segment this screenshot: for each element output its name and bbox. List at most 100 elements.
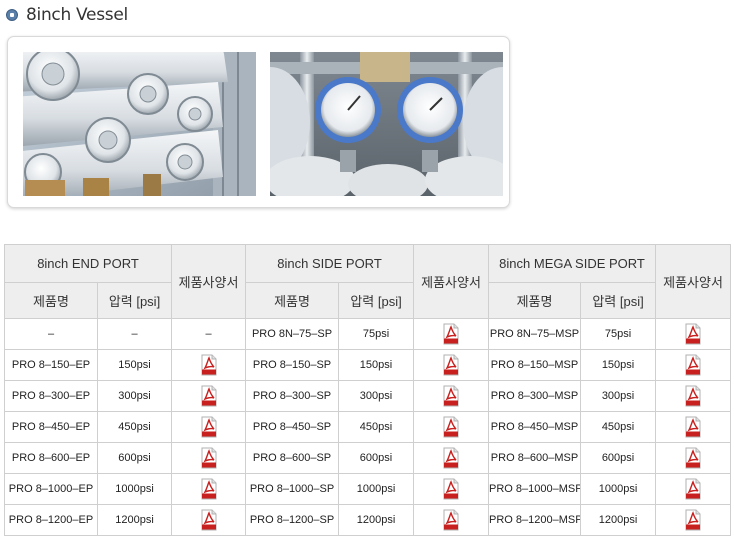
pressure-cell-mega-side-port: 75psi bbox=[580, 318, 657, 350]
spec-sheet-cell-mega-side-port[interactable] bbox=[655, 504, 732, 536]
pressure-cell-end-port: 600psi bbox=[96, 442, 173, 474]
pressure-cell-end-port: 1000psi bbox=[96, 473, 173, 505]
pdf-file-icon[interactable] bbox=[443, 478, 459, 500]
product-name-cell-end-port: PRO 8–1200–EP bbox=[4, 504, 98, 536]
spec-sheet-cell-mega-side-port[interactable] bbox=[655, 411, 732, 443]
product-name-cell-mega-side-port: PRO 8–600–MSP bbox=[488, 442, 582, 474]
spec-sheet-cell-side-port[interactable] bbox=[413, 318, 490, 350]
pdf-file-icon[interactable] bbox=[443, 385, 459, 407]
spec-sheet-header: 제품사양서 bbox=[655, 244, 732, 319]
product-name-cell-side-port: PRO 8–300–SP bbox=[245, 380, 340, 412]
spec-sheet-cell-side-port[interactable] bbox=[413, 473, 490, 505]
product-name-cell-side-port: PRO 8–1200–SP bbox=[245, 504, 340, 536]
spec-sheet-cell-mega-side-port[interactable] bbox=[655, 442, 732, 474]
spec-sheet-cell-end-port[interactable] bbox=[171, 504, 247, 536]
table-row: PRO 8–600–EP 600psi PRO 8–600–SP 600psi PR… bbox=[4, 442, 732, 474]
pdf-file-icon[interactable] bbox=[201, 447, 217, 469]
product-name-cell-side-port: PRO 8–450–SP bbox=[245, 411, 340, 443]
pdf-file-icon[interactable] bbox=[201, 509, 217, 531]
section-heading: 8inch Vessel bbox=[6, 4, 128, 26]
table-row: PRO 8–300–EP 300psi PRO 8–300–SP 300psi PR… bbox=[4, 380, 732, 412]
spec-sheet-cell-side-port[interactable] bbox=[413, 411, 490, 443]
vessel-photo-end-port bbox=[23, 52, 256, 196]
pressure-header: 압력 [psi] bbox=[96, 282, 173, 319]
vessel-photo-side-port bbox=[270, 52, 503, 196]
pressure-cell-side-port: 1000psi bbox=[338, 473, 415, 505]
table-row: PRO 8–450–EP 450psi PRO 8–450–SP 450psi PR… bbox=[4, 411, 732, 443]
spec-sheet-cell-mega-side-port[interactable] bbox=[655, 349, 732, 381]
pressure-cell-side-port: 150psi bbox=[338, 349, 415, 381]
pressure-cell-side-port: 600psi bbox=[338, 442, 415, 474]
pressure-cell-side-port: 450psi bbox=[338, 411, 415, 443]
product-name-cell-end-port: PRO 8–150–EP bbox=[4, 349, 98, 381]
product-name-cell-side-port: PRO 8–1000–SP bbox=[245, 473, 340, 505]
table-row: PRO 8–1000–EP 1000psi PRO 8–1000–SP 1000ps… bbox=[4, 473, 732, 505]
pdf-file-icon[interactable] bbox=[443, 354, 459, 376]
pressure-cell-end-port: 300psi bbox=[96, 380, 173, 412]
spec-sheet-header: 제품사양서 bbox=[171, 244, 247, 319]
pressure-cell-mega-side-port: 600psi bbox=[580, 442, 657, 474]
pressure-cell-mega-side-port: 1200psi bbox=[580, 504, 657, 536]
pdf-file-icon[interactable] bbox=[685, 478, 701, 500]
product-name-cell-side-port: PRO 8–600–SP bbox=[245, 442, 340, 474]
pdf-file-icon[interactable] bbox=[443, 416, 459, 438]
pdf-file-icon[interactable] bbox=[201, 385, 217, 407]
product-name-header: 제품명 bbox=[4, 282, 98, 319]
pressure-cell-end-port: – bbox=[96, 318, 173, 350]
product-name-cell-mega-side-port: PRO 8–300–MSP bbox=[488, 380, 582, 412]
spec-sheet-cell-mega-side-port[interactable] bbox=[655, 318, 732, 350]
product-name-cell-mega-side-port: PRO 8–150–MSP bbox=[488, 349, 582, 381]
pdf-file-icon[interactable] bbox=[685, 416, 701, 438]
pdf-file-icon[interactable] bbox=[685, 354, 701, 376]
product-name-header: 제품명 bbox=[245, 282, 340, 319]
spec-sheet-header: 제품사양서 bbox=[413, 244, 490, 319]
pdf-file-icon[interactable] bbox=[685, 385, 701, 407]
pdf-file-icon[interactable] bbox=[443, 509, 459, 531]
spec-sheet-cell-side-port[interactable] bbox=[413, 380, 490, 412]
pressure-cell-mega-side-port: 300psi bbox=[580, 380, 657, 412]
pressure-header: 압력 [psi] bbox=[580, 282, 657, 319]
pdf-file-icon[interactable] bbox=[685, 509, 701, 531]
spec-table-body: – – – PRO 8N–75–SP 75psi PRO 8N–75–MSP 75psi … bbox=[4, 318, 732, 536]
spec-sheet-cell-end-port[interactable] bbox=[171, 380, 247, 412]
pressure-header: 압력 [psi] bbox=[338, 282, 415, 319]
spec-sheet-cell-end-port[interactable] bbox=[171, 411, 247, 443]
photo-gallery bbox=[7, 36, 510, 208]
product-name-header: 제품명 bbox=[488, 282, 582, 319]
product-name-cell-mega-side-port: PRO 8–1200–MSP bbox=[488, 504, 582, 536]
spec-sheet-cell-side-port[interactable] bbox=[413, 442, 490, 474]
product-name-cell-end-port: – bbox=[4, 318, 98, 350]
group-header-end-port: 8inch END PORT bbox=[3, 244, 173, 283]
pdf-file-icon[interactable] bbox=[685, 323, 701, 345]
product-name-cell-end-port: PRO 8–300–EP bbox=[4, 380, 98, 412]
product-name-cell-side-port: PRO 8–150–SP bbox=[245, 349, 340, 381]
spec-sheet-cell-mega-side-port[interactable] bbox=[655, 380, 732, 412]
pressure-cell-mega-side-port: 150psi bbox=[580, 349, 657, 381]
spec-sheet-cell-end-port[interactable] bbox=[171, 442, 247, 474]
pdf-file-icon[interactable] bbox=[443, 447, 459, 469]
product-name-cell-mega-side-port: PRO 8–450–MSP bbox=[488, 411, 582, 443]
pressure-cell-side-port: 300psi bbox=[338, 380, 415, 412]
product-name-cell-mega-side-port: PRO 8–1000–MSP bbox=[488, 473, 582, 505]
pressure-cell-side-port: 75psi bbox=[338, 318, 415, 350]
pdf-file-icon[interactable] bbox=[201, 354, 217, 376]
pdf-file-icon[interactable] bbox=[685, 447, 701, 469]
square-bullet-icon bbox=[6, 9, 18, 21]
spec-sheet-cell-end-port[interactable] bbox=[171, 473, 247, 505]
pdf-file-icon[interactable] bbox=[443, 323, 459, 345]
product-name-cell-end-port: PRO 8–1000–EP bbox=[4, 473, 98, 505]
product-name-cell-end-port: PRO 8–600–EP bbox=[4, 442, 98, 474]
spec-sheet-cell-end-port: – bbox=[171, 318, 247, 350]
spec-sheet-cell-side-port[interactable] bbox=[413, 349, 490, 381]
table-row: PRO 8–150–EP 150psi PRO 8–150–SP 150psi PR… bbox=[4, 349, 732, 381]
spec-sheet-cell-end-port[interactable] bbox=[171, 349, 247, 381]
pressure-cell-end-port: 450psi bbox=[96, 411, 173, 443]
pressure-cell-end-port: 150psi bbox=[96, 349, 173, 381]
pressure-cell-mega-side-port: 450psi bbox=[580, 411, 657, 443]
group-header-side-port: 8inch SIDE PORT bbox=[245, 244, 415, 283]
pressure-cell-end-port: 1200psi bbox=[96, 504, 173, 536]
spec-sheet-cell-side-port[interactable] bbox=[413, 504, 490, 536]
pdf-file-icon[interactable] bbox=[201, 416, 217, 438]
spec-sheet-cell-mega-side-port[interactable] bbox=[655, 473, 732, 505]
pdf-file-icon[interactable] bbox=[201, 478, 217, 500]
